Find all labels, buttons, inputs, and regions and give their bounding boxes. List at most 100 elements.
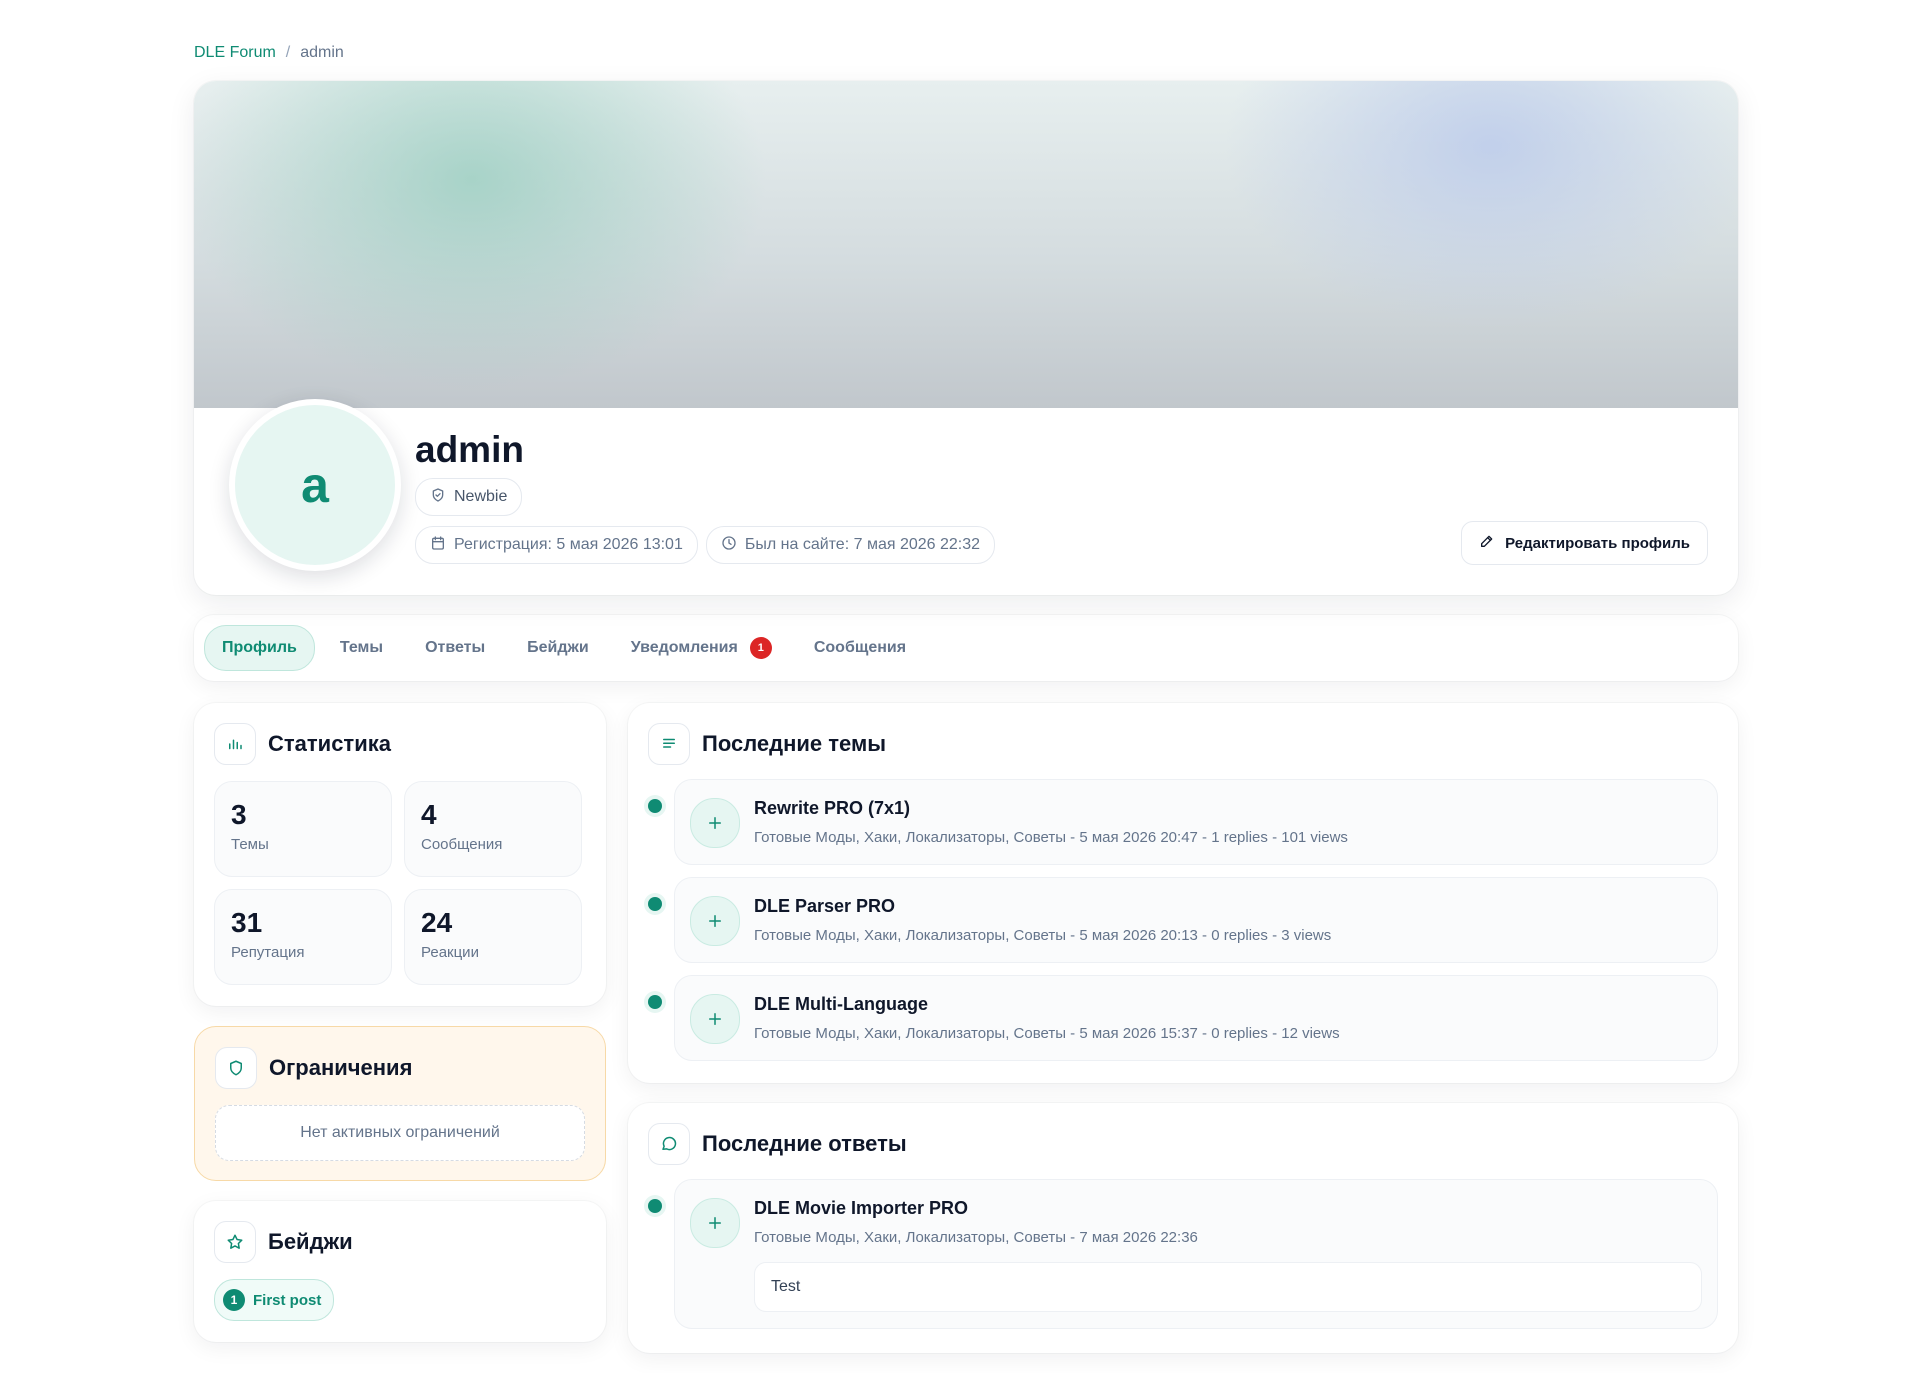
badge-chip-first-post[interactable]: 1 First post (214, 1279, 335, 1321)
topic-meta: Готовые Моды, Хаки, Локализаторы, Советы… (754, 1025, 1340, 1042)
topic-meta: Готовые Моды, Хаки, Локализаторы, Советы… (754, 829, 1348, 846)
topic-row: DLE Parser PRO Готовые Моды, Хаки, Локал… (648, 877, 1718, 963)
chat-bubble-icon (648, 1123, 690, 1165)
badges-card: Бейджи 1 First post (194, 1201, 606, 1342)
tab-label: Профиль (222, 639, 297, 656)
rank-label: Newbie (454, 488, 508, 505)
breadcrumb-separator: / (285, 44, 291, 61)
topic-title[interactable]: Rewrite PRO (7x1) (754, 798, 1702, 819)
calendar-icon (430, 535, 446, 556)
topic-item[interactable]: DLE Multi-Language Готовые Моды, Хаки, Л… (674, 975, 1718, 1061)
status-dot (648, 897, 662, 911)
reply-item[interactable]: DLE Movie Importer PRO Готовые Моды, Хак… (674, 1179, 1718, 1329)
topic-body: Rewrite PRO (7x1) Готовые Моды, Хаки, Ло… (754, 796, 1702, 848)
registered-text: Регистрация: 5 мая 2026 13:01 (454, 536, 683, 553)
latest-replies-title-text: Последние ответы (702, 1131, 907, 1156)
stat-value: 31 (231, 907, 263, 938)
stat-label: Темы (231, 836, 269, 853)
tab-badges[interactable]: Бейджи (510, 626, 606, 670)
topic-item[interactable]: Rewrite PRO (7x1) Готовые Моды, Хаки, Ло… (674, 779, 1718, 865)
stat-label: Репутация (231, 944, 305, 961)
topic-row: Rewrite PRO (7x1) Готовые Моды, Хаки, Ло… (648, 779, 1718, 865)
tab-notifications[interactable]: Уведомления 1 (614, 626, 789, 670)
page: DLE Forum / admin a admin Newbie Регистр… (194, 0, 1738, 1353)
rank-pill: Newbie (415, 478, 523, 516)
profile-username: admin (415, 429, 524, 470)
plus-icon (690, 1198, 740, 1248)
tab-messages[interactable]: Сообщения (797, 626, 923, 670)
restrictions-empty-state: Нет активных ограничений (215, 1105, 585, 1161)
stat-label: Сообщения (421, 836, 503, 853)
badge-number: 1 (223, 1289, 245, 1311)
tab-label: Уведомления (630, 639, 738, 656)
stat-value: 4 (421, 799, 437, 830)
profile-tabs: Профиль Темы Ответы Бейджи Уведомления 1… (194, 615, 1738, 681)
stat-topics: 3 Темы (214, 781, 392, 877)
stat-label: Реакции (421, 944, 479, 961)
breadcrumb-home-link[interactable]: DLE Forum (194, 44, 276, 62)
stat-reactions: 24 Реакции (404, 889, 582, 985)
breadcrumb-current: admin (300, 44, 344, 61)
topic-meta: Готовые Моды, Хаки, Локализаторы, Советы… (754, 927, 1332, 944)
status-dot (648, 1199, 662, 1213)
topic-body: DLE Multi-Language Готовые Моды, Хаки, Л… (754, 992, 1702, 1044)
latest-replies-card: Последние ответы DLE Movie Importer PRO … (628, 1103, 1738, 1353)
shield-icon (430, 487, 446, 508)
badge-label: First post (253, 1291, 322, 1309)
topic-row: DLE Multi-Language Готовые Моды, Хаки, Л… (648, 975, 1718, 1061)
profile-card: a admin Newbie Регистрация: 5 мая 2026 1… (194, 81, 1738, 595)
stats-title: Статистика (214, 723, 586, 765)
reply-meta: Готовые Моды, Хаки, Локализаторы, Советы… (754, 1229, 1198, 1246)
badges-title: Бейджи (214, 1221, 586, 1263)
latest-topics-title-text: Последние темы (702, 731, 887, 756)
stats-title-text: Статистика (268, 731, 391, 756)
breadcrumb: DLE Forum / admin (194, 41, 1738, 65)
edit-profile-label: Редактировать профиль (1505, 534, 1690, 552)
star-icon (214, 1221, 256, 1263)
content-columns: Статистика 3 Темы 4 Сообщения 31 Репутац… (194, 703, 1738, 1353)
list-icon (648, 723, 690, 765)
pencil-icon (1479, 533, 1495, 553)
tab-label: Ответы (425, 639, 486, 656)
profile-cover (194, 81, 1738, 408)
last-seen-text: Был на сайте: 7 мая 2026 22:32 (744, 536, 981, 553)
tab-topics[interactable]: Темы (323, 626, 400, 670)
avatar: a (229, 399, 401, 571)
restrictions-title: Ограничения (215, 1047, 585, 1089)
plus-icon (690, 994, 740, 1044)
plus-icon (690, 896, 740, 946)
tab-replies[interactable]: Ответы (408, 626, 502, 670)
stat-reputation: 31 Репутация (214, 889, 392, 985)
stat-messages: 4 Сообщения (404, 781, 582, 877)
plus-icon (690, 798, 740, 848)
clock-icon (721, 535, 737, 556)
tab-profile[interactable]: Профиль (204, 625, 315, 671)
topic-title[interactable]: DLE Parser PRO (754, 896, 1702, 917)
registered-pill: Регистрация: 5 мая 2026 13:01 (415, 526, 698, 564)
edit-profile-button[interactable]: Редактировать профиль (1461, 521, 1708, 565)
status-dot (648, 799, 662, 813)
stat-value: 24 (421, 907, 453, 938)
latest-topics-card: Последние темы Rewrite PRO (7x1) Готовые… (628, 703, 1738, 1083)
topic-title[interactable]: DLE Multi-Language (754, 994, 1702, 1015)
restrictions-title-text: Ограничения (269, 1055, 413, 1080)
restrictions-card: Ограничения Нет активных ограничений (194, 1026, 606, 1181)
reply-topic-title[interactable]: DLE Movie Importer PRO (754, 1198, 1702, 1219)
reply-row: DLE Movie Importer PRO Готовые Моды, Хак… (648, 1179, 1718, 1329)
tab-label: Бейджи (527, 639, 589, 656)
badges-title-text: Бейджи (268, 1229, 353, 1254)
tab-label: Сообщения (813, 639, 907, 656)
stats-card: Статистика 3 Темы 4 Сообщения 31 Репутац… (194, 703, 606, 1006)
latest-topics-title: Последние темы (648, 723, 1718, 765)
status-dot (648, 995, 662, 1009)
stats-grid: 3 Темы 4 Сообщения 31 Репутация 24 Реакц… (214, 781, 586, 985)
stat-value: 3 (231, 799, 247, 830)
tab-label: Темы (339, 639, 384, 656)
reply-body: DLE Movie Importer PRO Готовые Моды, Хак… (754, 1196, 1702, 1312)
bar-chart-icon (214, 723, 256, 765)
topic-body: DLE Parser PRO Готовые Моды, Хаки, Локал… (754, 894, 1702, 946)
right-column: Последние темы Rewrite PRO (7x1) Готовые… (628, 703, 1738, 1353)
latest-replies-title: Последние ответы (648, 1123, 1718, 1165)
reply-excerpt: Test (754, 1262, 1702, 1312)
topic-item[interactable]: DLE Parser PRO Готовые Моды, Хаки, Локал… (674, 877, 1718, 963)
